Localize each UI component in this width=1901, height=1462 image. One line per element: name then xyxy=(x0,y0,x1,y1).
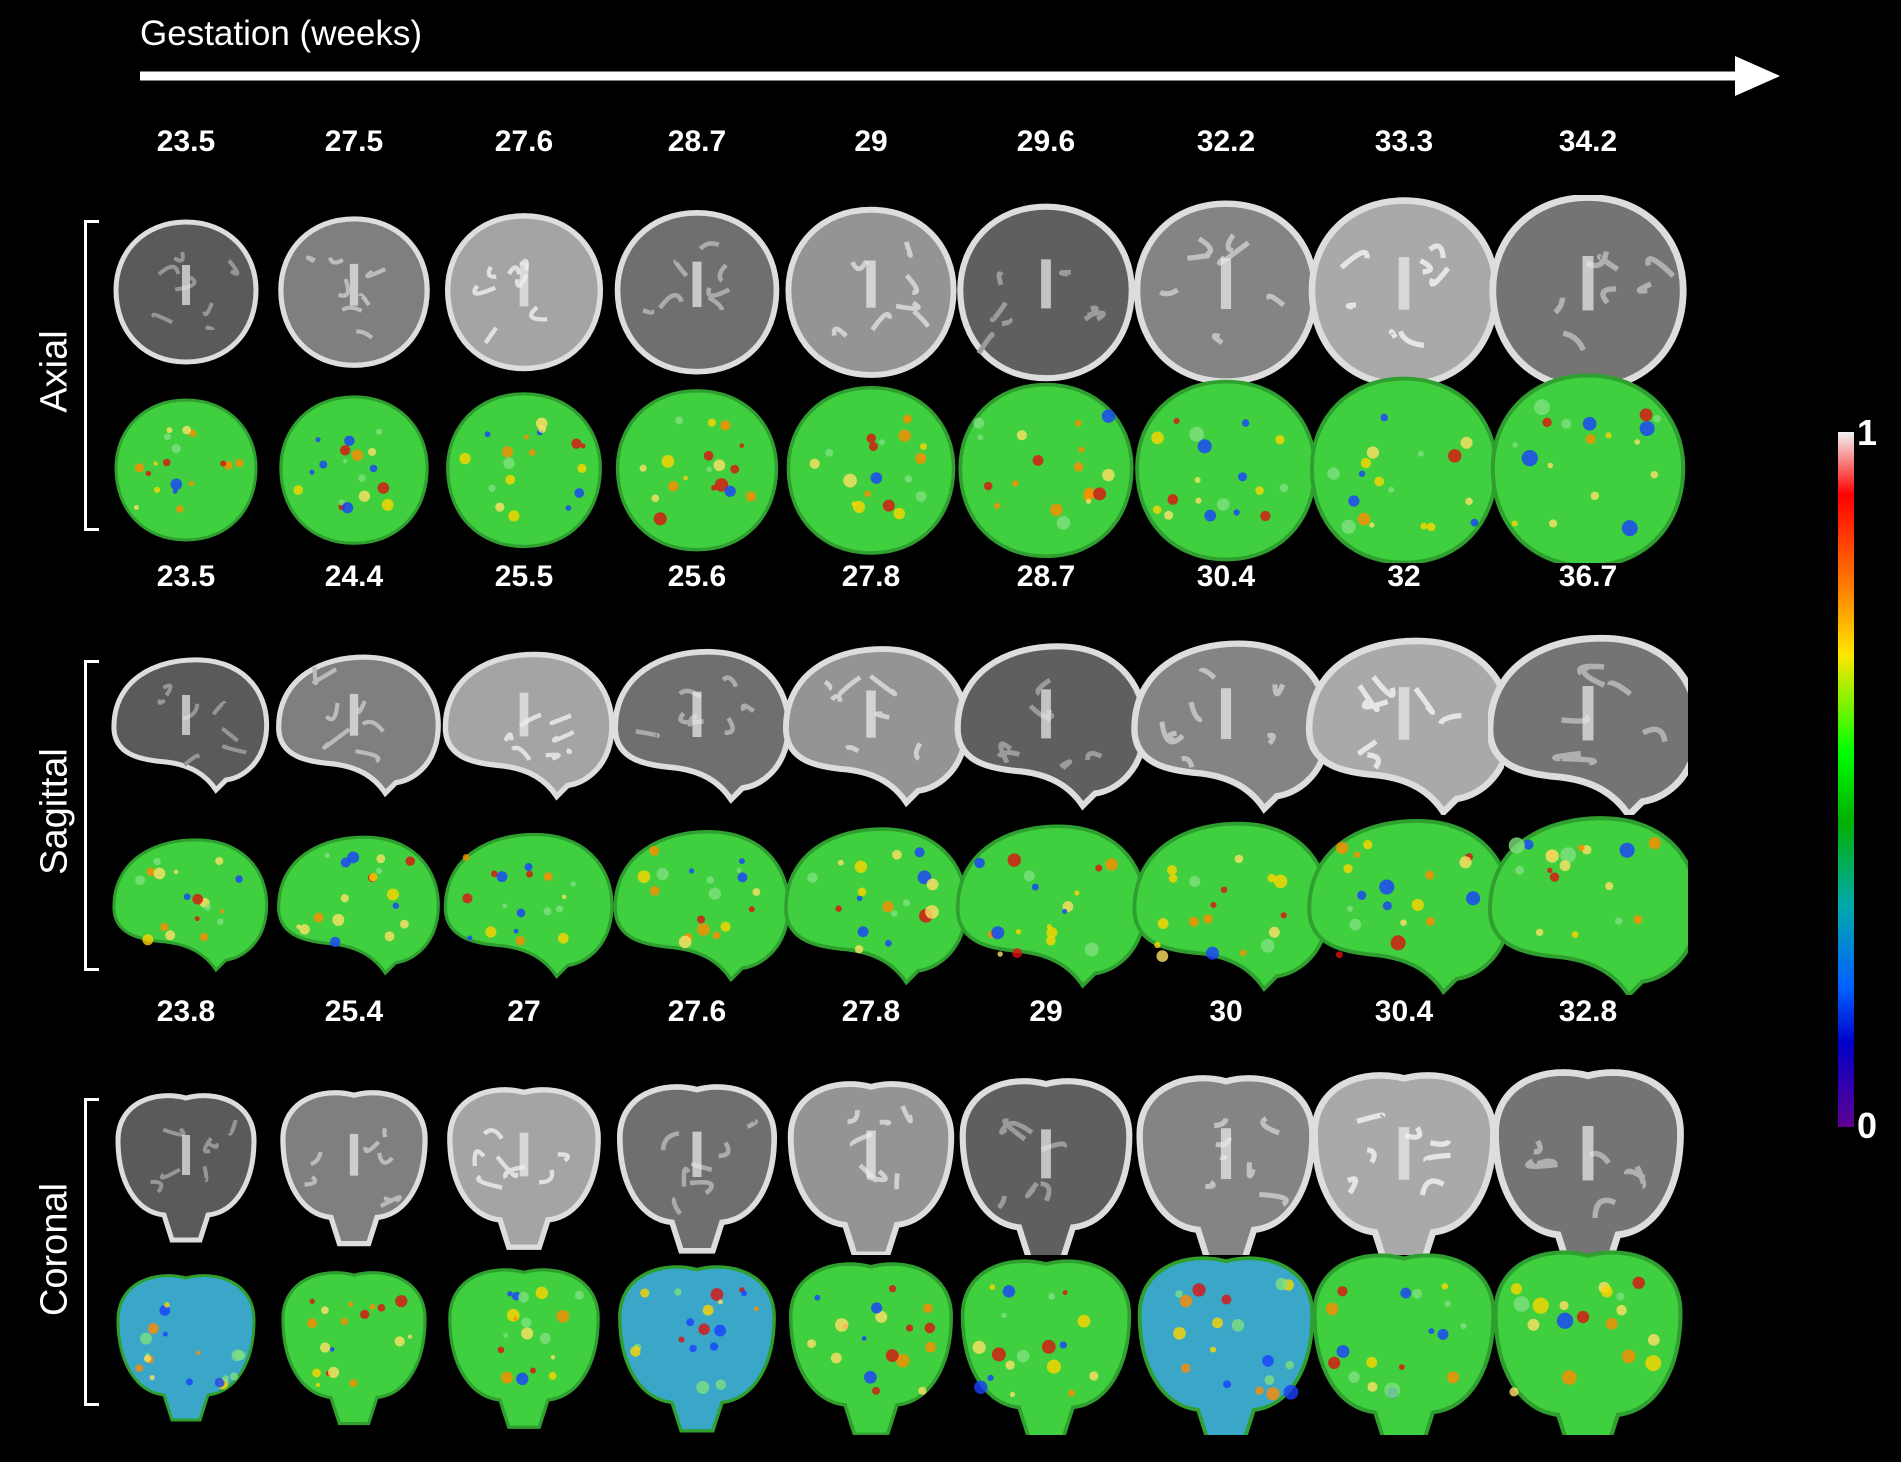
colorbar-min-label: 0 xyxy=(1857,1105,1878,1146)
coronal-age-label: 29 xyxy=(1029,995,1063,1028)
coronal-mri-slice xyxy=(959,1078,1133,1255)
axial-color-map xyxy=(786,385,956,555)
sagittal-mri-slice xyxy=(1131,640,1326,814)
sagittal-color-map xyxy=(955,824,1146,989)
coronal-mri-slice xyxy=(1492,1069,1684,1255)
coronal-color-map xyxy=(618,1265,776,1433)
axial-mri-slice xyxy=(1308,197,1500,385)
coronal-color-map xyxy=(448,1268,600,1429)
coronal-age-label: 27.6 xyxy=(667,995,727,1028)
axial-plane-label: Axial xyxy=(33,330,76,413)
figure: Gestation (weeks) 1 0 Axial 23.5 27.5 27.… xyxy=(0,0,1901,1462)
sagittal-age-label: 32 xyxy=(1387,560,1421,593)
axial-age-label: 32.2 xyxy=(1196,125,1256,158)
axial-mri-slice xyxy=(785,206,957,378)
coronal-plane-label: Coronal xyxy=(33,1182,76,1317)
sagittal-color-map xyxy=(613,830,791,983)
axial-mri-slice xyxy=(444,213,604,372)
coronal-age-label: 32.8 xyxy=(1558,995,1618,1028)
sagittal-age-label: 27.8 xyxy=(841,560,901,593)
sagittal-color-map xyxy=(1307,819,1504,995)
axial-mri-slice xyxy=(1133,200,1319,385)
coronal-mri-slice xyxy=(616,1084,778,1254)
sagittal-color-map xyxy=(443,832,614,979)
coronal-age-label: 23.8 xyxy=(156,995,216,1028)
sagittal-plane-label: Sagittal xyxy=(33,748,76,875)
coronal-mri-slice xyxy=(1311,1072,1497,1255)
coronal-age-label: 25.4 xyxy=(324,995,384,1028)
sagittal-age-label: 36.7 xyxy=(1558,560,1618,593)
sagittal-mri-slice xyxy=(783,646,970,808)
axial-age-label: 23.5 xyxy=(156,125,216,158)
coronal-age-label: 30.4 xyxy=(1374,995,1434,1028)
gestation-axis-title: Gestation (weeks) xyxy=(140,14,423,53)
axial-color-map xyxy=(1490,373,1686,563)
axial-mri-slice xyxy=(1489,195,1687,385)
sagittal-color-map xyxy=(1132,821,1326,992)
axial-color-map xyxy=(615,389,779,552)
coronal-age-label: 27.8 xyxy=(841,995,901,1028)
axial-age-label: 34.2 xyxy=(1558,125,1618,158)
sagittal-mri-slice xyxy=(612,649,792,804)
coronal-age-label: 30 xyxy=(1209,995,1243,1028)
sagittal-color-map xyxy=(1488,816,1688,995)
coronal-mri-slice xyxy=(447,1087,601,1250)
axial-mri-slice xyxy=(614,209,780,375)
coronal-color-map xyxy=(1137,1256,1315,1435)
sagittal-age-label: 30.4 xyxy=(1196,560,1256,593)
sagittal-mri-slice xyxy=(1306,637,1504,815)
sagittal-age-label: 28.7 xyxy=(1016,560,1076,593)
sagittal-age-label: 23.5 xyxy=(156,560,216,593)
sagittal-age-label: 25.5 xyxy=(494,560,554,593)
gestation-arrow xyxy=(140,56,1780,96)
axial-color-map xyxy=(446,392,602,549)
axial-color-map xyxy=(1135,379,1317,562)
coronal-mri-slice xyxy=(787,1081,955,1255)
sagittal-color-map xyxy=(784,827,968,986)
sagittal-mri-slice xyxy=(1488,634,1688,815)
sagittal-mri-slice xyxy=(954,643,1146,811)
coronal-color-map xyxy=(1493,1250,1683,1435)
axial-age-label: 28.7 xyxy=(667,125,727,158)
colorbar-max-label: 1 xyxy=(1857,412,1878,453)
axial-mri-slice xyxy=(957,203,1135,382)
axial-color-map xyxy=(958,382,1134,559)
coronal-color-map xyxy=(960,1259,1132,1435)
coronal-age-label: 27 xyxy=(507,995,541,1028)
colorbar xyxy=(1838,432,1854,1127)
axial-age-label: 29.6 xyxy=(1016,125,1076,158)
coronal-color-map xyxy=(788,1262,954,1435)
axial-age-label: 29 xyxy=(854,125,888,158)
axial-age-label: 33.3 xyxy=(1374,125,1434,158)
sagittal-age-label: 25.6 xyxy=(667,560,727,593)
sagittal-age-label: 24.4 xyxy=(324,560,384,593)
axial-age-label: 27.6 xyxy=(494,125,554,158)
sagittal-mri-slice xyxy=(442,651,615,801)
coronal-mri-slice xyxy=(1136,1075,1316,1255)
axial-age-label: 27.5 xyxy=(324,125,384,158)
axial-color-map xyxy=(1309,376,1499,563)
coronal-color-map xyxy=(1312,1253,1496,1435)
